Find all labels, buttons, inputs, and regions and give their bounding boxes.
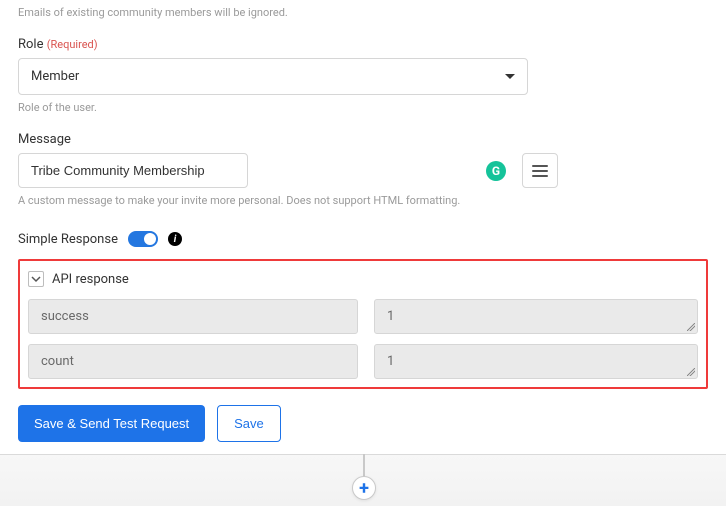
collapse-toggle[interactable] bbox=[28, 271, 44, 287]
info-icon[interactable]: i bbox=[168, 232, 182, 246]
menu-button[interactable] bbox=[522, 153, 558, 188]
message-input[interactable] bbox=[18, 153, 248, 188]
save-button[interactable]: Save bbox=[217, 405, 281, 442]
message-label: Message bbox=[18, 132, 708, 147]
api-response-title: API response bbox=[52, 272, 129, 287]
api-key-field[interactable]: success bbox=[28, 299, 358, 334]
api-value-field[interactable]: 1 bbox=[374, 299, 698, 334]
hamburger-icon bbox=[532, 165, 548, 177]
role-label: Role (Required) bbox=[18, 37, 708, 52]
button-row: Save & Send Test Request Save bbox=[18, 405, 708, 442]
form-container: Emails of existing community members wil… bbox=[0, 6, 726, 460]
api-key-field[interactable]: count bbox=[28, 344, 358, 379]
api-row: success 1 bbox=[28, 299, 698, 334]
connector-line bbox=[363, 454, 365, 478]
simple-response-toggle[interactable] bbox=[128, 231, 158, 247]
message-row: G bbox=[18, 153, 558, 188]
simple-response-label: Simple Response bbox=[18, 232, 118, 247]
add-step-button[interactable]: + bbox=[352, 476, 376, 500]
simple-response-row: Simple Response i bbox=[18, 231, 708, 247]
save-send-test-button[interactable]: Save & Send Test Request bbox=[18, 405, 205, 442]
api-response-panel: API response success 1 count 1 bbox=[18, 259, 708, 389]
role-label-text: Role bbox=[18, 37, 43, 52]
api-response-header: API response bbox=[28, 269, 698, 289]
chevron-down-icon bbox=[505, 74, 515, 79]
message-input-wrap: G bbox=[18, 153, 514, 188]
emails-hint: Emails of existing community members wil… bbox=[18, 6, 708, 19]
role-hint: Role of the user. bbox=[18, 101, 708, 114]
role-select-value: Member bbox=[31, 69, 79, 84]
message-hint: A custom message to make your invite mor… bbox=[18, 194, 708, 207]
required-indicator: (Required) bbox=[47, 38, 98, 51]
toggle-knob bbox=[144, 233, 156, 245]
api-row: count 1 bbox=[28, 344, 698, 379]
chevron-down-icon bbox=[31, 274, 41, 284]
grammarly-icon[interactable]: G bbox=[486, 161, 506, 181]
api-value-field[interactable]: 1 bbox=[374, 344, 698, 379]
role-select[interactable]: Member bbox=[18, 58, 528, 95]
